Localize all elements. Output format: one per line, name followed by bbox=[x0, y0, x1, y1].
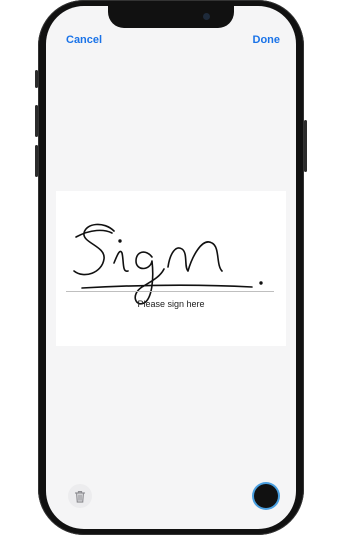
ink-color-button[interactable] bbox=[254, 484, 278, 508]
trash-icon bbox=[74, 490, 86, 503]
signature-screen: Cancel Done Please sign here bbox=[46, 6, 296, 529]
notch bbox=[108, 6, 234, 28]
signature-line bbox=[66, 291, 274, 292]
cancel-button[interactable]: Cancel bbox=[66, 34, 102, 46]
signature-pad[interactable]: Please sign here bbox=[56, 191, 286, 346]
volume-up-button bbox=[35, 105, 38, 137]
signature-prompt: Please sign here bbox=[137, 299, 205, 309]
volume-down-button bbox=[35, 145, 38, 177]
signature-drawing bbox=[73, 223, 263, 305]
camera-icon bbox=[203, 13, 210, 20]
side-button bbox=[35, 70, 38, 88]
done-button[interactable]: Done bbox=[253, 34, 281, 46]
clear-signature-button[interactable] bbox=[68, 484, 92, 508]
power-button bbox=[304, 120, 307, 172]
